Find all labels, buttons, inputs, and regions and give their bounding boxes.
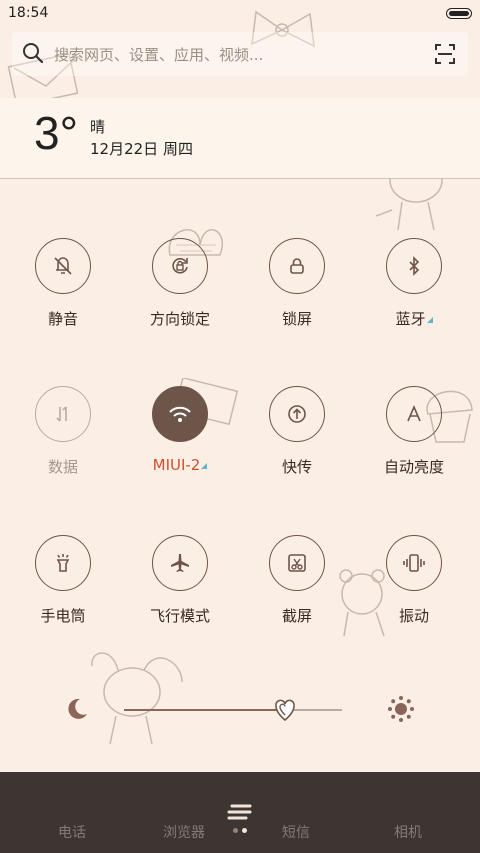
search-input[interactable]: 搜索网页、设置、应用、视频... xyxy=(54,44,263,65)
brightness-slider[interactable] xyxy=(60,690,420,730)
moon-icon xyxy=(68,698,87,719)
toggle-label: 锁屏 xyxy=(281,310,312,328)
toggle-label: 快传 xyxy=(281,458,312,476)
more-indicator-icon xyxy=(426,317,433,323)
slider-thumb-heart-icon[interactable] xyxy=(274,698,296,722)
toggle-screenshot[interactable]: 截屏 xyxy=(244,535,354,645)
toggle-quick-transfer[interactable]: 快传 xyxy=(244,386,354,496)
weather-widget[interactable]: 3° 晴 12月22日 周四 xyxy=(0,98,480,179)
toggle-label: 飞行模式 xyxy=(149,607,210,625)
toggle-label: 振动 xyxy=(398,607,429,625)
rotation-lock-icon xyxy=(152,238,208,294)
toggle-vibrate[interactable]: 振动 xyxy=(361,535,471,645)
toggle-label: 手电筒 xyxy=(40,607,86,625)
more-indicator-icon xyxy=(201,463,208,469)
weather-temperature: 3° xyxy=(34,107,78,159)
toggle-mobile-data[interactable]: 数据 xyxy=(10,386,120,496)
screenshot-icon xyxy=(269,535,325,591)
vibrate-icon xyxy=(386,535,442,591)
toggle-lock-screen[interactable]: 锁屏 xyxy=(244,238,354,348)
status-bar: 18:54 xyxy=(0,0,480,28)
toggle-airplane[interactable]: 飞行模式 xyxy=(127,535,237,645)
app-dock: 电话 浏览器 短信 相机 xyxy=(0,772,480,853)
mobile-data-icon xyxy=(35,386,91,442)
flashlight-icon xyxy=(35,535,91,591)
toggle-wifi[interactable]: MIUI-2 xyxy=(127,386,237,496)
toggle-auto-brightness[interactable]: 自动亮度 xyxy=(361,386,471,496)
toggle-label: 截屏 xyxy=(281,607,312,625)
search-icon xyxy=(23,43,44,64)
lock-icon xyxy=(269,238,325,294)
toggle-silent[interactable]: 静音 xyxy=(10,238,120,348)
toggle-label: 自动亮度 xyxy=(383,458,444,476)
status-time: 18:54 xyxy=(8,5,49,21)
dock-item-camera[interactable]: 相机 xyxy=(358,822,458,842)
sun-icon xyxy=(388,696,414,722)
toggle-label: 静音 xyxy=(47,310,78,328)
toggle-rotation-lock[interactable]: 方向锁定 xyxy=(127,238,237,348)
toggle-label: 蓝牙 xyxy=(361,308,467,329)
search-bar[interactable]: 搜索网页、设置、应用、视频... xyxy=(12,32,468,76)
toggle-label: MIUI-2 xyxy=(127,456,233,474)
wifi-icon xyxy=(152,386,208,442)
bell-off-icon xyxy=(35,238,91,294)
auto-brightness-icon xyxy=(386,386,442,442)
toggle-label: 数据 xyxy=(47,458,78,476)
weather-condition: 晴 xyxy=(90,118,106,136)
bluetooth-icon xyxy=(386,238,442,294)
drag-handle-icon[interactable] xyxy=(226,802,254,826)
dock-item-phone[interactable]: 电话 xyxy=(22,822,122,842)
dock-item-browser[interactable]: 浏览器 xyxy=(134,822,234,842)
brightness-track-fill xyxy=(124,709,286,711)
toggle-bluetooth[interactable]: 蓝牙 xyxy=(361,238,471,348)
toggle-flashlight[interactable]: 手电筒 xyxy=(10,535,120,645)
quick-transfer-icon xyxy=(269,386,325,442)
toggle-label: 方向锁定 xyxy=(149,310,210,328)
battery-icon xyxy=(446,8,472,19)
brightness-track[interactable] xyxy=(124,699,342,722)
page-indicator-dot xyxy=(233,828,238,833)
dock-item-messages[interactable]: 短信 xyxy=(246,822,346,842)
airplane-icon xyxy=(152,535,208,591)
weather-date: 12月22日 周四 xyxy=(90,140,193,158)
scan-icon[interactable] xyxy=(434,43,456,65)
page-indicator-dot-active xyxy=(242,828,247,833)
